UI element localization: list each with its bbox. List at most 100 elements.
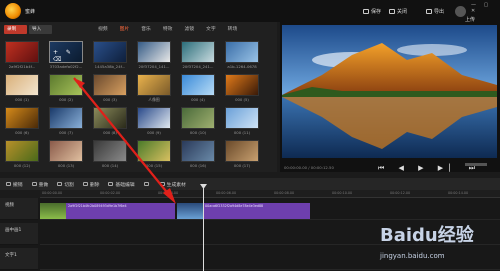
- close-button[interactable]: 关闭: [389, 8, 407, 15]
- playhead[interactable]: [203, 186, 204, 271]
- media-item[interactable]: a1b-1264-0678: [225, 41, 259, 69]
- toolbar-button-6[interactable]: 生成素材: [159, 181, 186, 188]
- media-thumbnail: [5, 107, 39, 129]
- clip-label: 00aca6f2332f2a94d8e78e4e3ed88: [205, 204, 264, 208]
- volume-slider[interactable]: [465, 163, 487, 166]
- media-item[interactable]: 000 (11): [225, 107, 259, 135]
- toolbar-label: 生成素材: [166, 182, 186, 188]
- media-item[interactable]: 20f37204_141...: [137, 41, 171, 69]
- media-caption: 人像图: [148, 97, 160, 102]
- media-thumbnail: [93, 107, 127, 129]
- media-item[interactable]: 000 (12): [5, 140, 39, 168]
- timeline-ruler[interactable]: 00:00:00.00 00:00:02.00 00:00:04.00 00:00:0…: [40, 190, 500, 198]
- import-button[interactable]: 导入: [29, 25, 52, 34]
- tab-4[interactable]: 滤镜: [178, 26, 200, 34]
- toolbar-label: 删除: [89, 182, 100, 188]
- tab-1[interactable]: 图片: [114, 26, 136, 34]
- media-thumbnail: [225, 41, 259, 63]
- media-caption: 000 (10): [189, 130, 207, 135]
- media-thumbnail: [181, 41, 215, 63]
- tab-3[interactable]: 特效: [157, 26, 179, 34]
- media-item[interactable]: 000 (17): [225, 140, 259, 168]
- tab-5[interactable]: 文字: [200, 26, 222, 34]
- timeline-clip[interactable]: 2a9f2f21b4fc2b089493d9e1b7f6e4: [40, 203, 175, 219]
- app-logo-icon: [5, 3, 21, 19]
- media-thumbnail: [49, 74, 83, 96]
- media-thumbnail: [5, 140, 39, 162]
- media-item[interactable]: 000 (15): [137, 140, 171, 168]
- toolbar-icon: [31, 182, 37, 186]
- mountain-lake-image: [282, 25, 497, 158]
- app-title: 蜜蜂: [25, 9, 36, 15]
- toolbar-button-4[interactable]: 基础编辑: [108, 181, 135, 188]
- media-library-panel: 录制 导入 视频 图片 音乐 特效 滤镜 文字 转场 2a9f2f21b4f... + ✎ ⌫…: [0, 22, 277, 172]
- media-thumbnail: [93, 140, 127, 162]
- ruler-tick: 00:00:00.00: [42, 191, 63, 195]
- media-thumbnail: [181, 107, 215, 129]
- ruler-tick: 00:00:02.00: [100, 191, 121, 195]
- media-caption: a1b-1264-0678: [227, 64, 257, 69]
- media-thumbnail: [93, 41, 127, 63]
- save-button[interactable]: 保存: [363, 8, 381, 15]
- media-caption: 1445a38b_24f...: [94, 64, 126, 69]
- media-item[interactable]: 2a9f2f21b4f...: [5, 41, 39, 69]
- media-thumbnail: [225, 140, 259, 162]
- ruler-tick: 00:00:12.00: [390, 191, 411, 195]
- media-item[interactable]: 000 (4): [181, 74, 215, 102]
- ruler-tick: 00:00:10.00: [332, 191, 353, 195]
- media-item[interactable]: 000 (9): [137, 107, 171, 135]
- tab-6[interactable]: 转场: [222, 26, 244, 34]
- window-controls[interactable]: — ▢ ✕: [471, 2, 500, 14]
- media-item[interactable]: 1445a38b_24f...: [93, 41, 127, 69]
- media-grid: 2a9f2f21b4f... + ✎ ⌫ 3703adefa02f2... 1445a…: [5, 41, 275, 169]
- media-item[interactable]: 000 (5): [225, 74, 259, 102]
- record-button[interactable]: 录制: [4, 25, 27, 34]
- media-item[interactable]: 000 (7): [49, 107, 83, 135]
- toolbar-button-1[interactable]: 重做: [31, 181, 48, 188]
- track-label-video: 视频: [0, 198, 38, 220]
- media-caption: 000 (13): [57, 163, 75, 168]
- media-item[interactable]: 000 (2): [49, 74, 83, 102]
- media-item[interactable]: 000 (13): [49, 140, 83, 168]
- tab-0[interactable]: 视频: [92, 26, 114, 34]
- media-item[interactable]: 20f37204_241...: [181, 41, 215, 69]
- track-label-text: 文字1: [0, 248, 38, 270]
- tab-2[interactable]: 音乐: [135, 26, 157, 34]
- media-caption: 20f37204_141...: [138, 64, 170, 69]
- toolbar-button-3[interactable]: 删除: [82, 181, 100, 188]
- timeline-clip[interactable]: 00aca6f2332f2a94d8e78e4e3ed88: [177, 203, 310, 219]
- media-thumbnail: [225, 74, 259, 96]
- export-button[interactable]: 导出: [426, 8, 444, 15]
- item-tools[interactable]: + ✎ ⌫: [53, 49, 83, 63]
- preview-time: 00:00:00.00 / 00:00:12.50: [284, 165, 334, 170]
- clip-label: 2a9f2f21b4fc2b089493d9e1b7f6e4: [68, 204, 127, 208]
- toolbar-icon: [108, 182, 114, 186]
- media-caption: 000 (17): [233, 163, 251, 168]
- export-icon: [426, 9, 432, 14]
- toolbar-icon: [6, 182, 11, 186]
- ruler-tick: 00:00:08.00: [274, 191, 295, 195]
- media-item[interactable]: 000 (10): [181, 107, 215, 135]
- toolbar-button-2[interactable]: 切割: [57, 181, 74, 188]
- watermark-logo: Baidu经验: [380, 225, 474, 246]
- media-tabs: 视频 图片 音乐 特效 滤镜 文字 转场: [92, 26, 243, 34]
- media-item[interactable]: 000 (16): [181, 140, 215, 168]
- media-caption: 000 (16): [189, 163, 207, 168]
- media-item[interactable]: 000 (8): [93, 107, 127, 135]
- media-item[interactable]: 000 (14): [93, 140, 127, 168]
- media-item[interactable]: 000 (6): [5, 107, 39, 135]
- toolbar-button-5[interactable]: [143, 182, 151, 186]
- preview-image: [282, 25, 497, 158]
- media-item[interactable]: 000 (1): [5, 74, 39, 102]
- media-caption: 000 (4): [191, 97, 205, 102]
- media-thumbnail: [49, 140, 83, 162]
- media-thumbnail: [137, 74, 171, 96]
- media-caption: 20f37204_241...: [182, 64, 214, 69]
- media-item[interactable]: + ✎ ⌫ 3703adefa02f2...: [49, 41, 83, 69]
- media-item[interactable]: 000 (3): [93, 74, 127, 102]
- media-caption: 000 (5): [235, 97, 249, 102]
- close-project-icon: [389, 9, 395, 14]
- media-thumbnail: [137, 140, 171, 162]
- media-item[interactable]: 人像图: [137, 74, 171, 103]
- toolbar-button-0[interactable]: 撤销: [6, 181, 23, 188]
